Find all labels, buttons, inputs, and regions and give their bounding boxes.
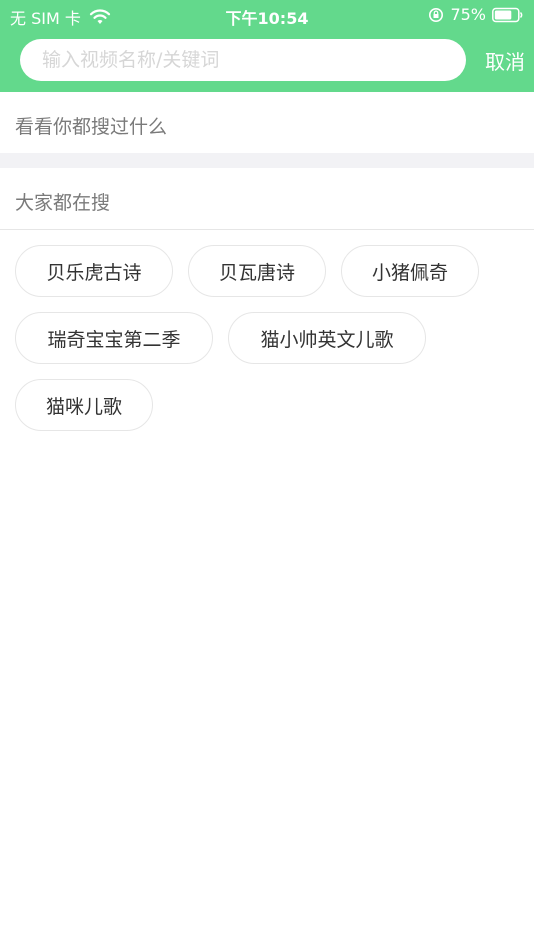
hot-search-tag[interactable]: 贝乐虎古诗 bbox=[15, 245, 173, 297]
hot-search-tag[interactable]: 贝瓦唐诗 bbox=[188, 245, 326, 297]
search-box[interactable] bbox=[20, 39, 466, 81]
battery-icon bbox=[492, 7, 523, 22]
hot-search-tag[interactable]: 小猪佩奇 bbox=[341, 245, 479, 297]
cancel-button[interactable]: 取消 bbox=[485, 46, 525, 75]
battery-percent: 75% bbox=[450, 5, 486, 24]
search-input[interactable] bbox=[42, 49, 466, 71]
history-title: 看看你都搜过什么 bbox=[15, 116, 168, 138]
hot-search-title: 大家都在搜 bbox=[15, 192, 111, 214]
hot-search-tag[interactable]: 猫咪儿歌 bbox=[15, 379, 153, 431]
hot-search-tag[interactable]: 瑞奇宝宝第二季 bbox=[15, 312, 213, 364]
status-right: 75% bbox=[428, 5, 524, 24]
section-divider bbox=[0, 153, 534, 168]
hot-search-header: 大家都在搜 bbox=[0, 168, 534, 230]
search-history-section: 看看你都搜过什么 bbox=[0, 92, 534, 153]
header-bar: 无 SIM 卡 下午10:54 75% 取消 bbox=[0, 0, 534, 92]
hot-search-tag[interactable]: 猫小帅英文儿歌 bbox=[228, 312, 426, 364]
rotation-lock-icon bbox=[429, 7, 444, 22]
search-row: 取消 bbox=[0, 38, 534, 82]
status-bar: 无 SIM 卡 下午10:54 75% bbox=[0, 0, 534, 30]
